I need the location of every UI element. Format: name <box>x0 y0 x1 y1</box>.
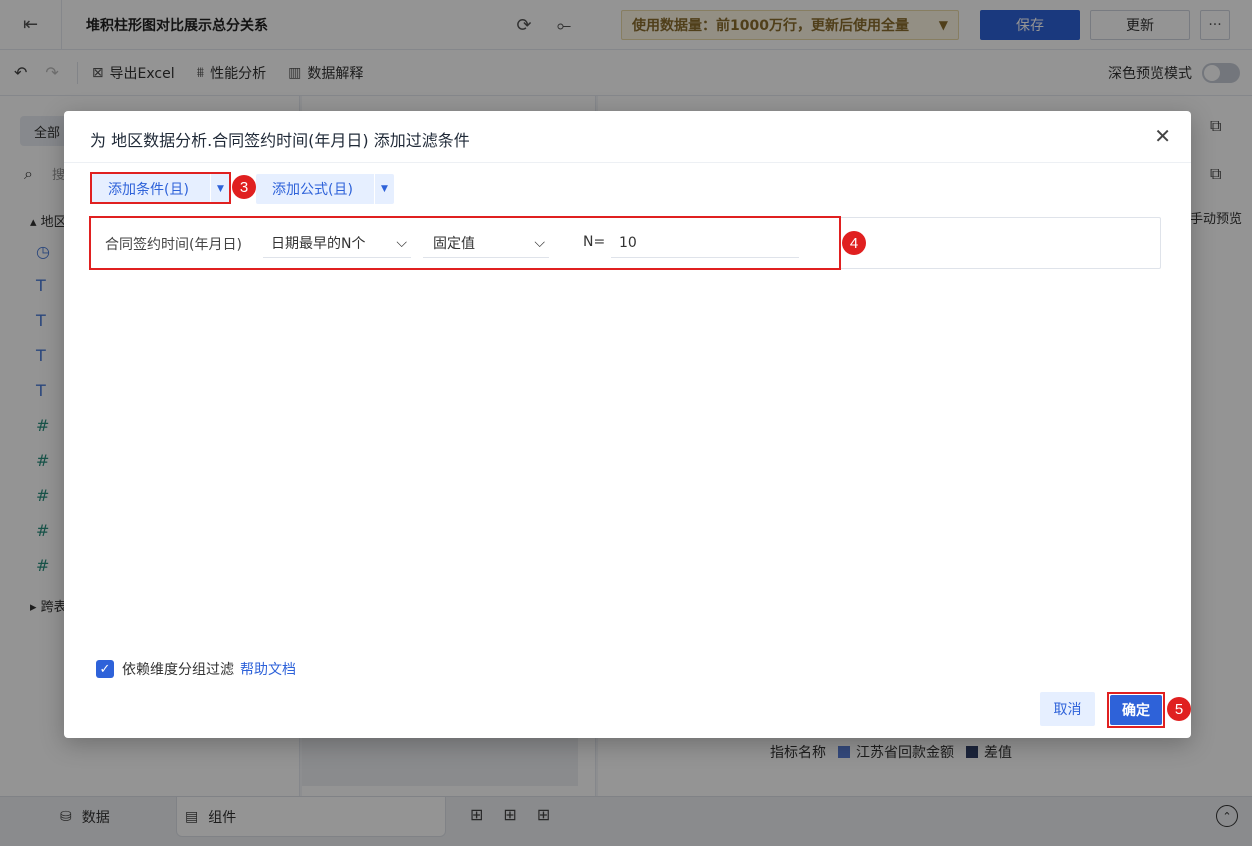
dependency-label: 依赖维度分组过滤 <box>122 662 234 678</box>
dependency-filter-option: ✓ 依赖维度分组过滤 帮助文档 <box>96 659 296 679</box>
step-badge: 5 <box>1167 697 1191 721</box>
add-filter-dialog: 为 地区数据分析.合同签约时间(年月日) 添加过滤条件 ✕ 添加条件(且) ▼ … <box>64 111 1191 738</box>
cancel-button[interactable]: 取消 <box>1040 692 1095 726</box>
help-doc-link[interactable]: 帮助文档 <box>240 659 296 679</box>
step-badge: 4 <box>842 231 866 255</box>
add-formula-button[interactable]: 添加公式(且) ▼ <box>256 174 394 204</box>
step-badge: 3 <box>232 175 256 199</box>
dialog-title: 为 地区数据分析.合同签约时间(年月日) 添加过滤条件 <box>90 131 470 150</box>
highlight-box <box>1107 692 1165 728</box>
caret-down-icon[interactable]: ▼ <box>374 174 394 204</box>
add-formula-label[interactable]: 添加公式(且) <box>256 174 374 204</box>
dialog-header: 为 地区数据分析.合同签约时间(年月日) 添加过滤条件 ✕ <box>64 111 1191 163</box>
close-icon[interactable]: ✕ <box>1154 124 1171 148</box>
highlight-box <box>90 172 231 204</box>
highlight-box <box>89 216 841 270</box>
dependency-checkbox[interactable]: ✓ <box>96 660 114 678</box>
